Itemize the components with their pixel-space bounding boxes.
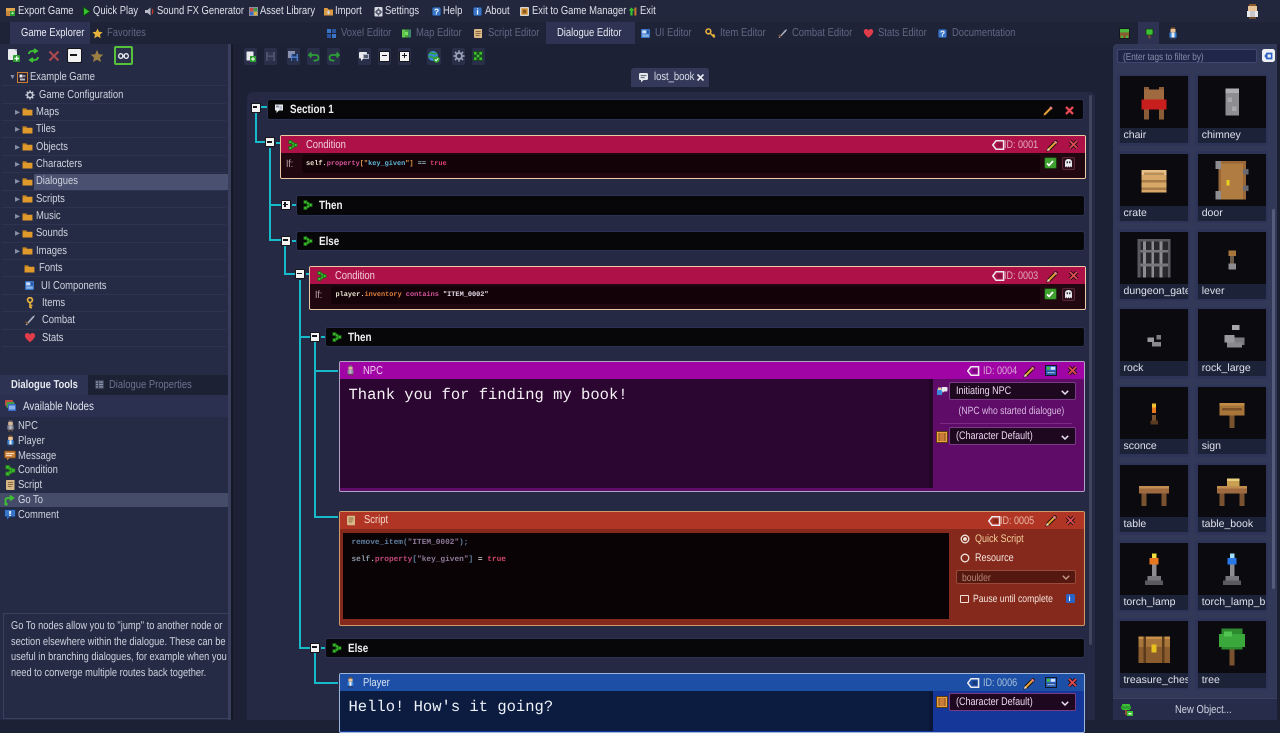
svg-text:?: ? — [433, 6, 438, 16]
svg-text:?: ? — [939, 28, 944, 38]
svg-text:i: i — [476, 6, 478, 16]
